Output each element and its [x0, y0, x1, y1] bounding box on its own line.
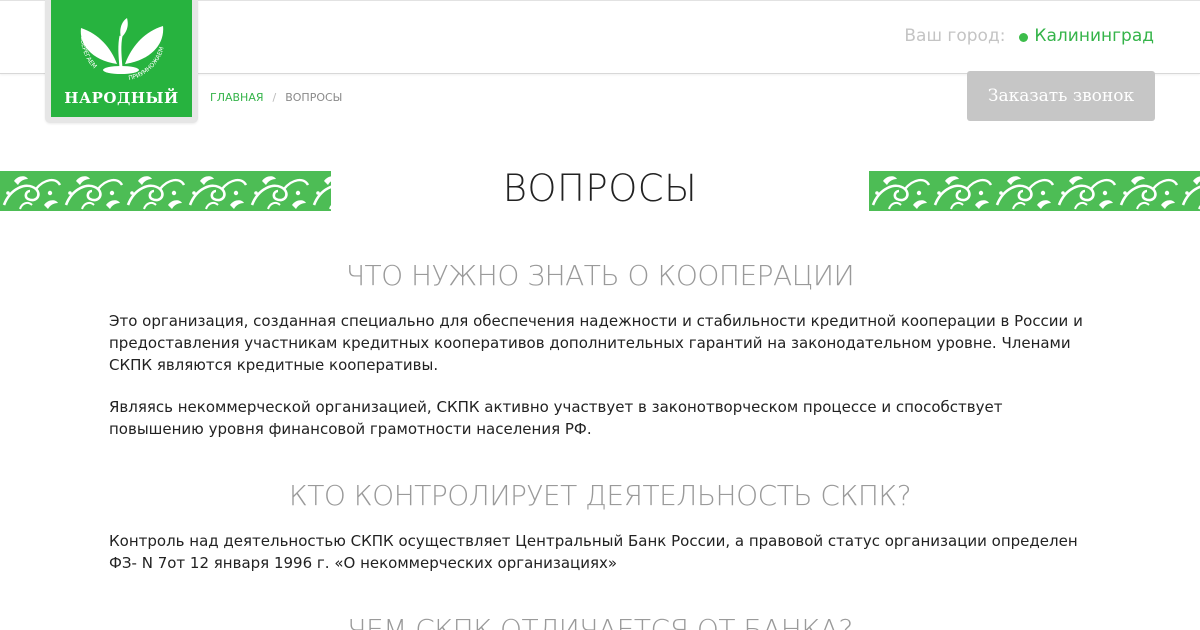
section-title: КТО КОНТРОЛИРУЕТ ДЕЯТЕЛЬНОСТЬ СКПК? [288, 479, 912, 512]
section-title: ЧЕМ СКПК ОТЛИЧАЕТСЯ ОТ БАНКА? [347, 613, 853, 630]
city-link[interactable]: Калининград [1034, 25, 1154, 47]
section-paragraph: Контроль над деятельностью СКПК осуществ… [109, 532, 1078, 572]
logo-name: НАРОДНЫЙ [64, 89, 179, 107]
faq-content: ЧТО НУЖНО ЗНАТЬ О КООПЕРАЦИИ Это организ… [109, 256, 1091, 630]
ornament-left-icon [0, 171, 331, 211]
breadcrumb-current: ВОПРОСЫ [285, 91, 343, 104]
breadcrumb-home-link[interactable]: ГЛАВНАЯ [210, 91, 264, 105]
ornament-right-icon [869, 171, 1200, 211]
city-selector: Ваш город: Калининград [904, 25, 1154, 47]
page: Ваш город: Калининград СБЕРЕГАЕМ ПРИУМНО… [0, 0, 1200, 630]
logo[interactable]: СБЕРЕГАЕМ ПРИУМНОЖАЕМ НАРОДНЫЙ [45, 0, 198, 123]
city-dot-icon [1019, 33, 1029, 42]
section-paragraph: Являясь некоммерческой организацией, СКП… [109, 398, 1003, 438]
ornament-banner-left [0, 171, 331, 211]
city-label: Ваш город: [904, 26, 1006, 46]
section-paragraph: Это организация, созданная специально дл… [109, 312, 1083, 374]
breadcrumb: ГЛАВНАЯ / ВОПРОСЫ [210, 91, 342, 105]
ornament-banner-right [869, 171, 1200, 211]
order-call-button[interactable]: Заказать звонок [967, 71, 1155, 121]
section-title: ЧТО НУЖНО ЗНАТЬ О КООПЕРАЦИИ [345, 259, 855, 292]
page-title: ВОПРОСЫ [502, 167, 698, 210]
breadcrumb-separator: / [272, 91, 277, 104]
logo-badge[interactable]: СБЕРЕГАЕМ ПРИУМНОЖАЕМ НАРОДНЫЙ [51, 0, 192, 117]
leaves-icon: СБЕРЕГАЕМ ПРИУМНОЖАЕМ [79, 18, 166, 82]
